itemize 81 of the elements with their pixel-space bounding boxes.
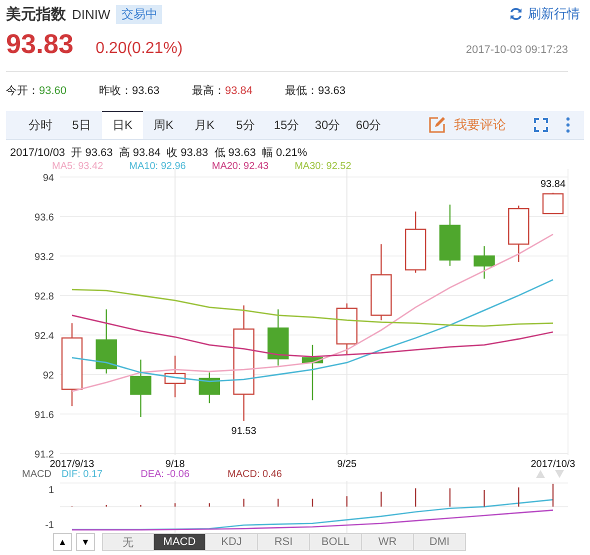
- x-axis-label: 2017/9/13: [50, 459, 94, 470]
- legend-series-name: MA10: [129, 161, 156, 172]
- price-annotation: 93.84: [540, 178, 566, 190]
- scroll-button[interactable]: ▼: [76, 533, 95, 551]
- period-tab[interactable]: 周K: [143, 111, 184, 139]
- candlestick: [542, 192, 564, 214]
- candlestick: [164, 356, 186, 398]
- y-axis-label: 93.6: [34, 212, 54, 224]
- edit-icon: [428, 116, 446, 134]
- candlestick: [404, 212, 426, 273]
- index-title: 美元指数: [6, 4, 66, 24]
- refresh-button[interactable]: 刷新行情: [509, 5, 580, 23]
- candlestick: [198, 372, 220, 404]
- candlestick: [96, 309, 117, 374]
- period-tab[interactable]: 60分: [348, 111, 389, 139]
- y-axis-label: 94: [42, 173, 54, 184]
- stat-label: 今开：: [6, 85, 39, 97]
- legend-series-name: MA5: [52, 161, 73, 172]
- y-axis-label: 91.2: [34, 450, 54, 460]
- stat-value: 93.63: [132, 85, 160, 97]
- legend-series-name: MA30: [294, 161, 321, 172]
- price-annotation: 91.53: [231, 426, 256, 437]
- y-axis-label: 1: [48, 485, 54, 496]
- symbol-code: DINIW: [72, 6, 110, 22]
- indicator-tab[interactable]: 无: [102, 533, 154, 551]
- candlestick: [302, 344, 324, 400]
- legend-value: : 93.42: [72, 161, 104, 172]
- legend-value: : 92.52: [320, 161, 352, 172]
- candlestick: [508, 206, 530, 262]
- x-axis-label: 9/25: [337, 459, 357, 470]
- stat-value: 93.63: [318, 85, 346, 97]
- legend-value: : -0.06: [161, 468, 190, 480]
- stat-label: 昨收：: [99, 85, 132, 97]
- candlestick: [268, 309, 289, 366]
- legend-series-name: DIF: [61, 468, 78, 480]
- x-axis-label: 2017/10/3: [530, 459, 576, 470]
- candle-info: 2017/10/03 开 93.63 高 93.84 收 93.83 低 93.63 幅 0.21%: [9, 146, 308, 160]
- indicator-tab[interactable]: WR: [362, 533, 414, 551]
- price: 93.83: [6, 29, 74, 60]
- candlestick: [474, 246, 495, 279]
- legend-value: : 92.43: [238, 161, 269, 172]
- period-tab[interactable]: 5日: [61, 111, 102, 139]
- stat-value: 93.60: [39, 85, 67, 97]
- legend-series-name: MA20: [212, 161, 238, 172]
- stat-label: 最低：: [285, 85, 318, 97]
- legend-value: : 92.96: [155, 161, 186, 172]
- more-icon[interactable]: [566, 117, 570, 133]
- indicator-tab[interactable]: RSI: [258, 533, 310, 551]
- y-axis-label: 93.2: [34, 252, 54, 263]
- timestamp: 2017-10-03 09:17:23: [466, 44, 568, 56]
- y-axis-label: 91.6: [34, 410, 54, 421]
- fullscreen-icon[interactable]: [534, 118, 548, 132]
- legend-value: : 0.46: [256, 468, 282, 480]
- legend-series-name: DEA: [140, 468, 162, 480]
- indicator-tab[interactable]: BOLL: [310, 533, 362, 551]
- candlestick: [439, 204, 461, 266]
- x-axis-label: 9/18: [165, 459, 185, 470]
- period-tab[interactable]: 30分: [307, 111, 348, 139]
- period-tab[interactable]: 日K: [102, 111, 143, 139]
- scroll-button[interactable]: ▲: [53, 533, 72, 551]
- indicator-name: MACD: [22, 468, 52, 480]
- y-axis-label: 92.4: [34, 331, 54, 342]
- legend-value: : 0.17: [78, 468, 103, 480]
- indicator-tab[interactable]: MACD: [154, 533, 206, 551]
- indicator-tab[interactable]: KDJ: [206, 533, 258, 551]
- stat-value: 93.84: [225, 85, 253, 97]
- period-tab[interactable]: 15分: [266, 111, 307, 139]
- refresh-icon: [509, 7, 523, 21]
- indicator-tab[interactable]: DMI: [414, 533, 466, 551]
- candlestick: [130, 360, 152, 417]
- y-axis-label: 92: [42, 370, 54, 382]
- y-axis-label: -1: [45, 520, 54, 532]
- period-tab[interactable]: 5分: [225, 111, 266, 139]
- period-tab[interactable]: 月K: [184, 111, 225, 139]
- trading-status-badge: 交易中: [116, 4, 162, 24]
- y-axis-label: 92.8: [34, 292, 54, 302]
- candlestick: [336, 303, 358, 355]
- legend-series-name: MACD: [228, 468, 257, 480]
- period-tab[interactable]: 分时: [20, 111, 61, 139]
- price-change: 0.20(0.21%): [96, 40, 183, 58]
- stat-label: 最高：: [192, 85, 225, 97]
